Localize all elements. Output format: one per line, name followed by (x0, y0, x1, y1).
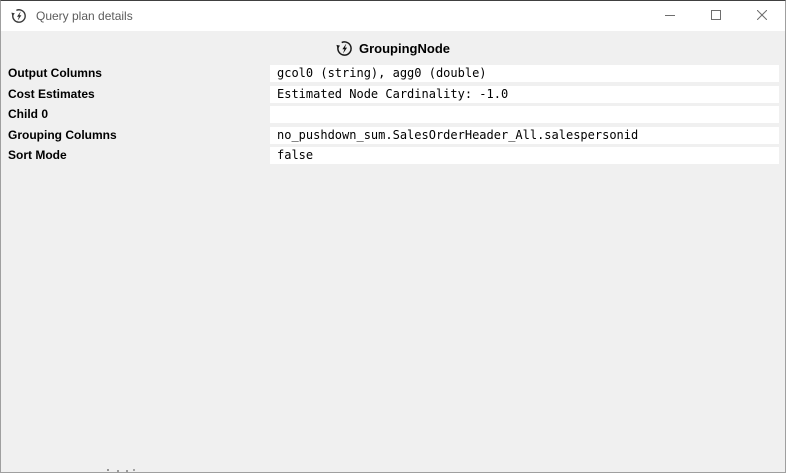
detail-label: Output Columns (8, 65, 102, 82)
minimize-icon (665, 7, 675, 25)
detail-row-cost-estimates: Cost Estimates Estimated Node Cardinalit… (1, 86, 785, 103)
detail-row-output-columns: Output Columns gcol0 (string), agg0 (dou… (1, 65, 785, 82)
maximize-button[interactable] (693, 1, 739, 31)
sort-mode-field[interactable]: false (270, 147, 779, 164)
maximize-icon (711, 7, 721, 25)
window-title: Query plan details (36, 9, 647, 23)
title-bar[interactable]: Query plan details (1, 1, 785, 31)
detail-row-child-0: Child 0 (1, 106, 785, 123)
detail-label: Cost Estimates (8, 86, 95, 103)
grouping-columns-field[interactable]: no_pushdown_sum.SalesOrderHeader_All.sal… (270, 127, 779, 144)
query-plan-details-window: Query plan details (0, 0, 786, 473)
query-plan-bolt-icon (11, 8, 27, 24)
grouping-node-bolt-icon (336, 40, 353, 57)
cost-estimates-field[interactable]: Estimated Node Cardinality: -1.0 (270, 86, 779, 103)
node-title: GroupingNode (359, 41, 450, 56)
child-0-field[interactable] (270, 106, 779, 123)
detail-label: Child 0 (8, 106, 48, 123)
detail-label: Grouping Columns (8, 127, 117, 144)
detail-label: Sort Mode (8, 147, 67, 164)
detail-row-grouping-columns: Grouping Columns no_pushdown_sum.SalesOr… (1, 127, 785, 144)
close-button[interactable] (739, 1, 785, 31)
output-columns-field[interactable]: gcol0 (string), agg0 (double) (270, 65, 779, 82)
minimize-button[interactable] (647, 1, 693, 31)
close-icon (757, 7, 767, 25)
detail-row-sort-mode: Sort Mode false (1, 147, 785, 164)
node-header: GroupingNode (1, 40, 785, 57)
screen-edge-artifact (107, 469, 109, 471)
